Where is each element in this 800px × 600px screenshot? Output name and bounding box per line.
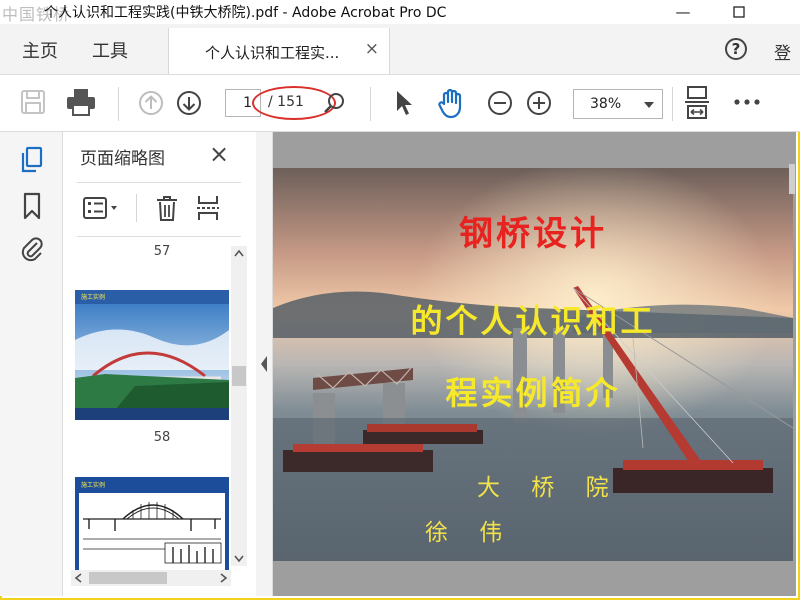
more-icon[interactable] [734,99,760,105]
maximize-button[interactable] [716,0,762,24]
print-icon[interactable] [66,88,96,116]
zoom-out-icon[interactable] [487,90,513,116]
pdf-page: 钢桥设计 的个人认识和工 程实例简介 大 桥 院 徐 伟 [273,168,793,561]
toolbar-divider [118,87,119,121]
menu-tools[interactable]: 工具 [92,37,128,63]
thumbnail-bridge-arch-image: 施工实例 [75,290,229,420]
toolbar-divider [672,87,673,121]
maximize-icon [733,6,745,18]
panel-collapse-handle[interactable] [256,132,273,596]
panel-divider [77,236,241,237]
page-thumbnail[interactable]: 施工实例 [75,290,229,420]
panel-title: 页面缩略图 [80,149,165,169]
title-bar: 中国铁桥 个人认识和工程实践(中铁大桥院).pdf - Adobe Acroba… [0,0,800,24]
thumbnail-bridge-drawing-image: 施工实例 [75,477,229,572]
chevron-left-icon [261,356,267,372]
delete-page-icon[interactable] [155,194,179,222]
toolbar-divider [370,87,371,121]
thumbnail-horizontal-scrollbar[interactable] [71,570,231,586]
bookmark-icon[interactable] [22,192,42,220]
slide-title-line-1: 钢桥设计 [459,214,607,254]
panel-divider [77,182,241,183]
toolbar: 1 / 151 38% [0,75,800,132]
minimize-button[interactable]: — [660,0,706,24]
zoom-in-icon[interactable] [526,90,552,116]
magnifier-icon[interactable] [322,91,346,115]
chevron-down-icon [644,102,654,108]
attachment-icon[interactable] [20,234,44,264]
menu-row: 主页 工具 个人认识和工程实... × ? 登 [0,24,800,75]
zoom-level-select[interactable]: 38% [573,89,663,119]
menu-home[interactable]: 主页 [22,37,58,63]
page-down-icon[interactable] [176,90,202,116]
slide-organization: 大 桥 院 [477,475,621,501]
document-view[interactable]: 钢桥设计 的个人认识和工 程实例简介 大 桥 院 徐 伟 [273,132,796,596]
thumbnail-scrollbar[interactable] [231,246,247,566]
navigation-rail [0,132,63,596]
slide-title-line-3: 程实例简介 [445,374,621,412]
hand-tool-icon[interactable] [436,87,468,119]
thumbnail-page-number: 58 [153,430,171,445]
help-icon[interactable]: ? [725,38,747,60]
page-up-icon[interactable] [138,90,164,116]
document-scrollbar-thumb[interactable] [789,164,795,194]
thumbnail-options-icon[interactable] [83,196,123,220]
close-tab-icon[interactable]: × [365,39,379,59]
slide-author: 徐 伟 [425,520,515,546]
close-panel-icon[interactable]: × [209,140,229,168]
window-title: 个人认识和工程实践(中铁大桥院).pdf - Adobe Acrobat Pro… [44,5,447,21]
save-icon[interactable] [20,89,46,115]
svg-text:施工实例: 施工实例 [81,293,105,301]
login-link[interactable]: 登 [774,39,791,64]
fit-page-icon[interactable] [684,85,710,121]
select-cursor-icon[interactable] [394,89,414,117]
zoom-level-value: 38% [590,96,622,112]
page-thumbnail[interactable]: 施工实例 [75,477,229,572]
page-layout-icon[interactable] [196,194,220,222]
page-thumbnails-icon[interactable] [20,146,44,174]
svg-text:施工实例: 施工实例 [81,481,105,489]
document-tab-label: 个人认识和工程实... [205,44,340,62]
panel-toolbar-divider [136,194,137,222]
slide-title-line-2: 的个人认识和工 [410,302,656,340]
thumbnails-panel: 页面缩略图 × 57 施工实例 58 施工实例 [63,132,257,596]
thumbnail-page-number: 57 [153,244,171,259]
document-tab[interactable]: 个人认识和工程实... × [168,28,390,74]
